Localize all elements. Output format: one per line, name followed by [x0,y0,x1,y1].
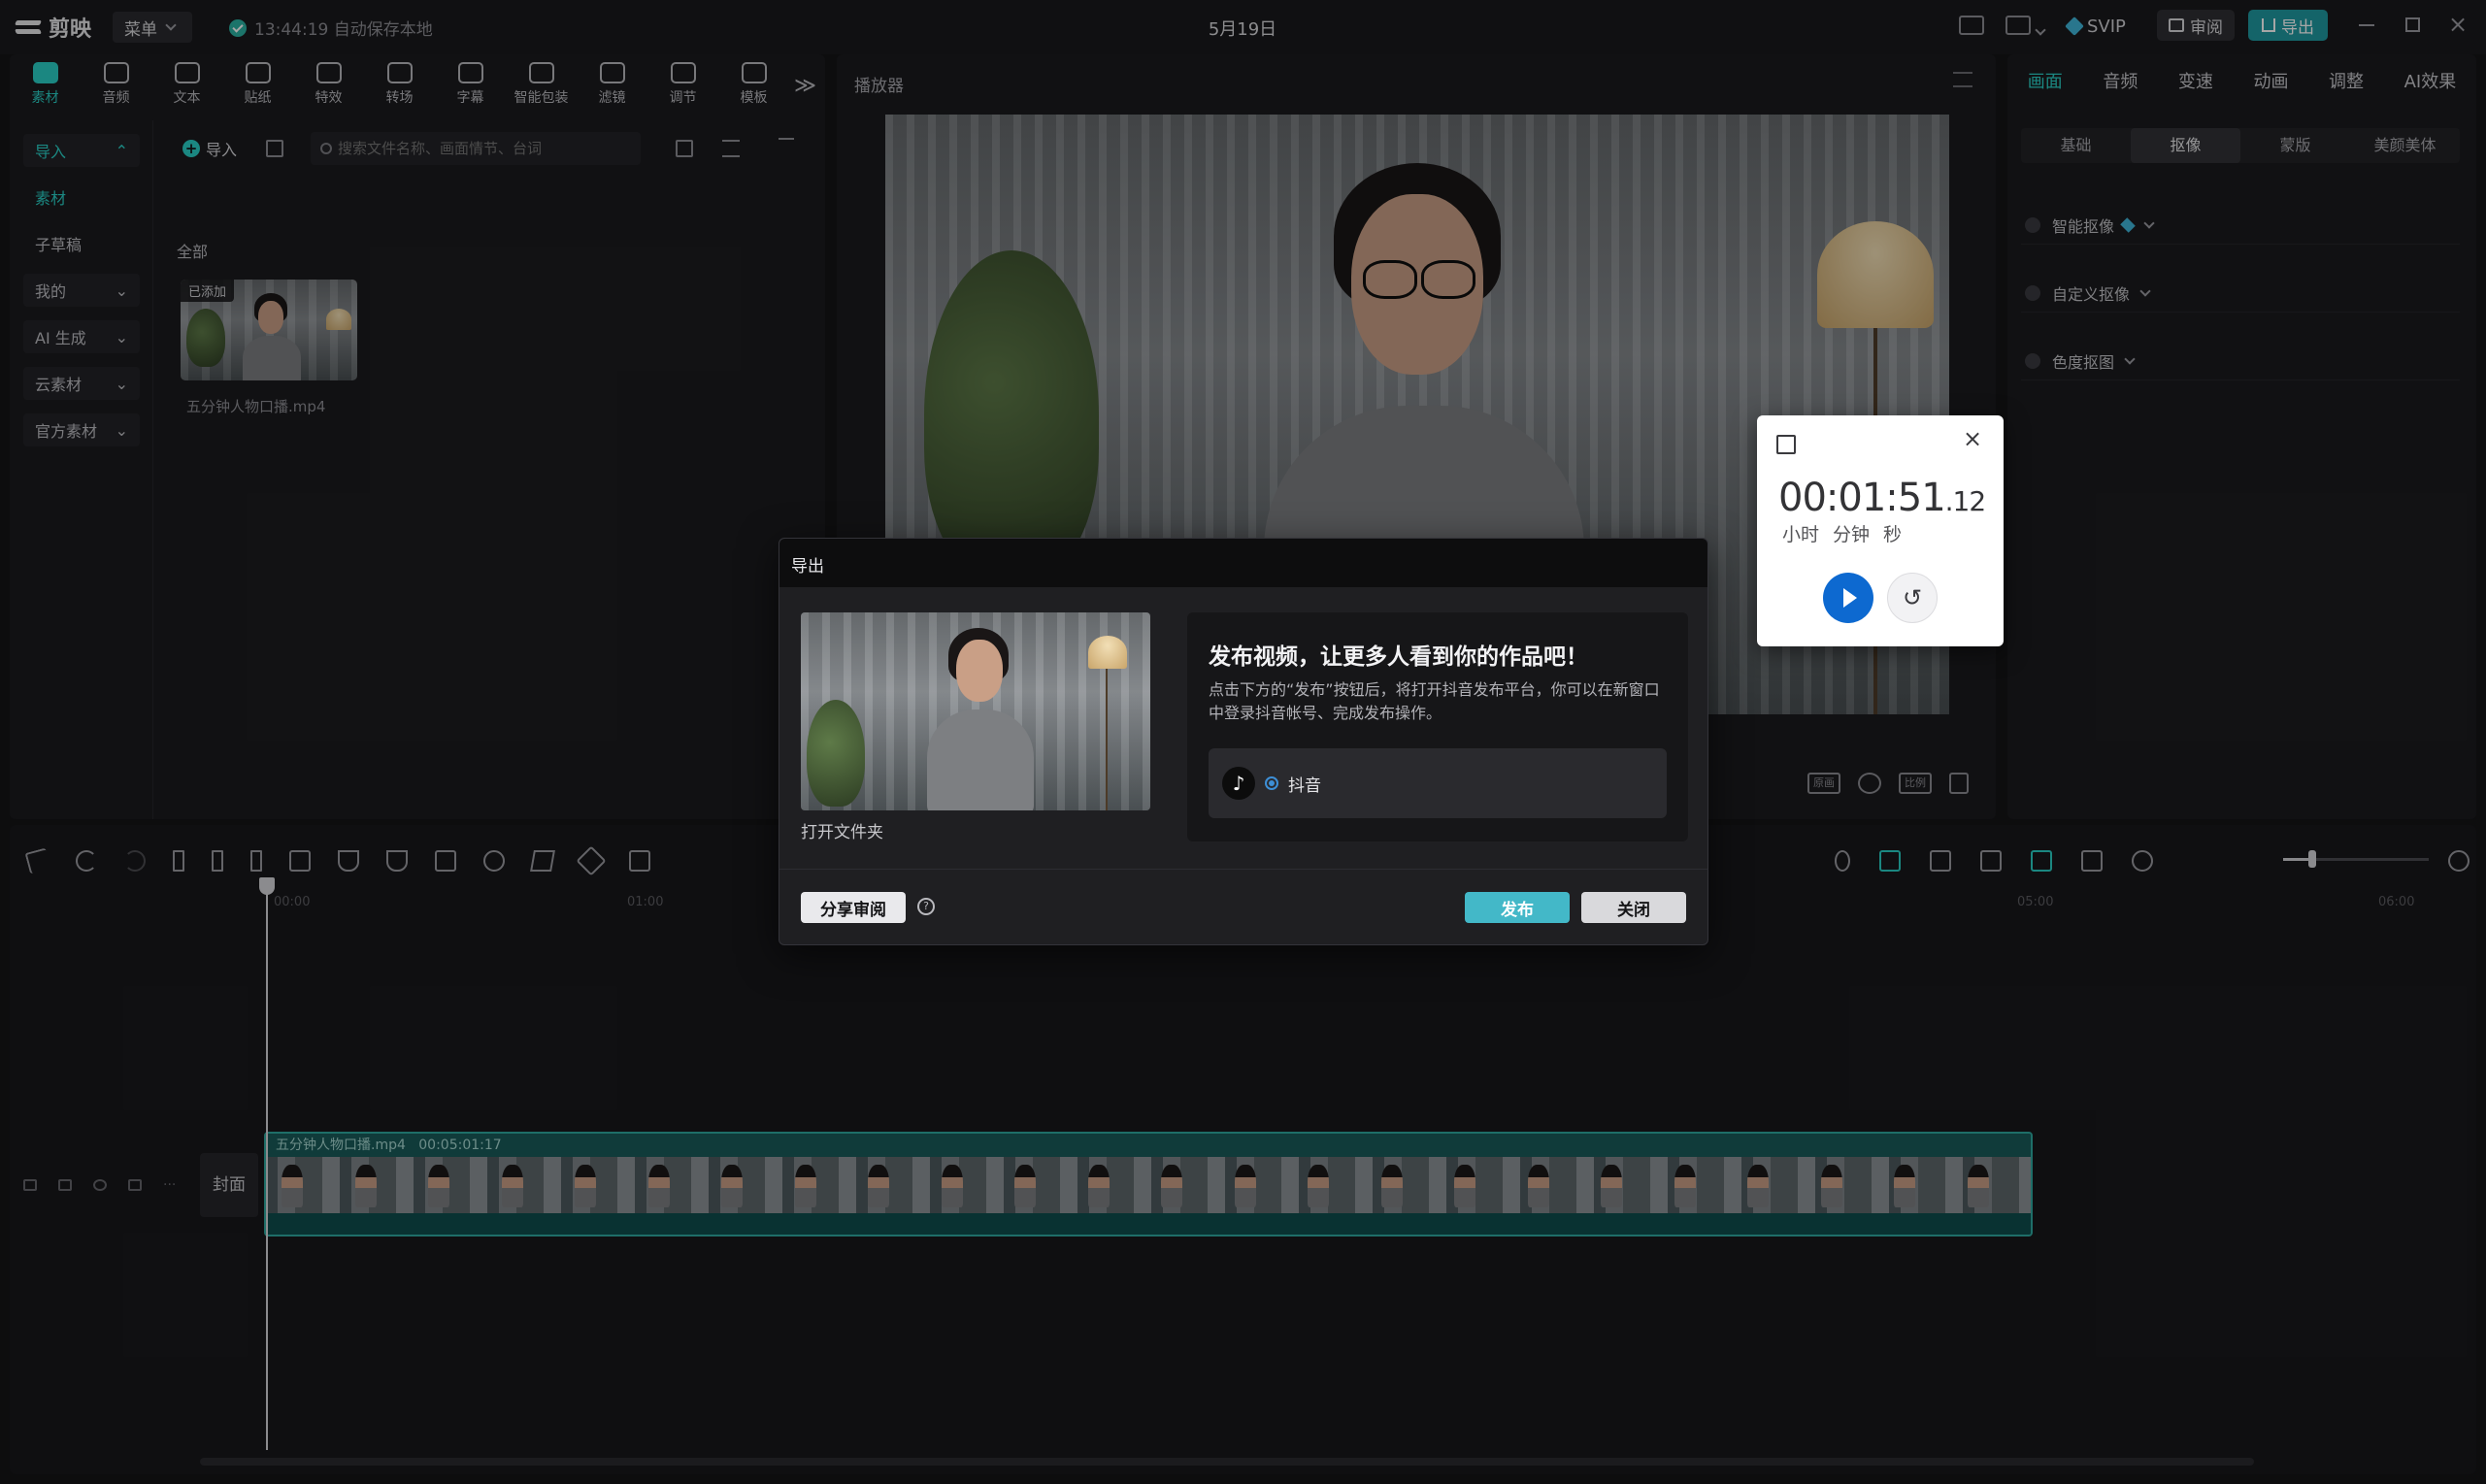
platform-label: 抖音 [1288,775,1321,796]
close-icon[interactable]: × [1963,425,1982,452]
share-review-button[interactable]: 分享审阅 [801,892,906,923]
publish-description: 点击下方的“发布”按钮后，将打开抖音发布平台，你可以在新窗口中登录抖音帐号、完成… [1209,680,1660,722]
platform-radio[interactable] [1265,776,1278,790]
stopwatch-main: 00:01:51 [1778,476,1946,520]
unit-hours: 小时 [1782,524,1820,545]
close-button[interactable]: 关闭 [1581,892,1686,923]
open-folder-button[interactable]: 打开文件夹 [801,818,883,842]
app-window: 剪映 菜单 13:44:19 自动保存本地 5月19日 SVIP 审阅 导出 × [0,0,2486,1484]
export-dialog: 导出 打开文件夹 发布视频，让更多人看到你的作品吧！ 点击下方的“发布”按钮后，… [779,538,1708,945]
publish-button[interactable]: 发布 [1465,892,1570,923]
douyin-icon: ♪ [1222,767,1255,800]
export-dialog-title: 导出 [779,539,1707,587]
platform-douyin[interactable]: ♪ 抖音 [1209,748,1667,818]
stopwatch-units: 小时 分钟 秒 [1782,520,1902,546]
help-icon[interactable]: ? [917,898,935,915]
unit-seconds: 秒 [1883,524,1903,545]
stopwatch-widget: × 00:01:51.12 小时 分钟 秒 ↺ [1757,415,2004,646]
export-preview-thumbnail [801,612,1150,810]
unit-minutes: 分钟 [1833,524,1871,545]
publish-title: 发布视频，让更多人看到你的作品吧！ [1209,644,1588,670]
stopwatch-time: 00:01:51.12 [1778,476,1987,520]
expand-icon[interactable] [1776,435,1796,454]
stopwatch-fraction: .12 [1944,485,1987,517]
play-icon[interactable] [1823,573,1873,623]
reset-icon[interactable]: ↺ [1887,573,1938,623]
publish-card: 发布视频，让更多人看到你的作品吧！ 点击下方的“发布”按钮后，将打开抖音发布平台… [1187,612,1688,841]
dialog-divider [779,869,1707,870]
